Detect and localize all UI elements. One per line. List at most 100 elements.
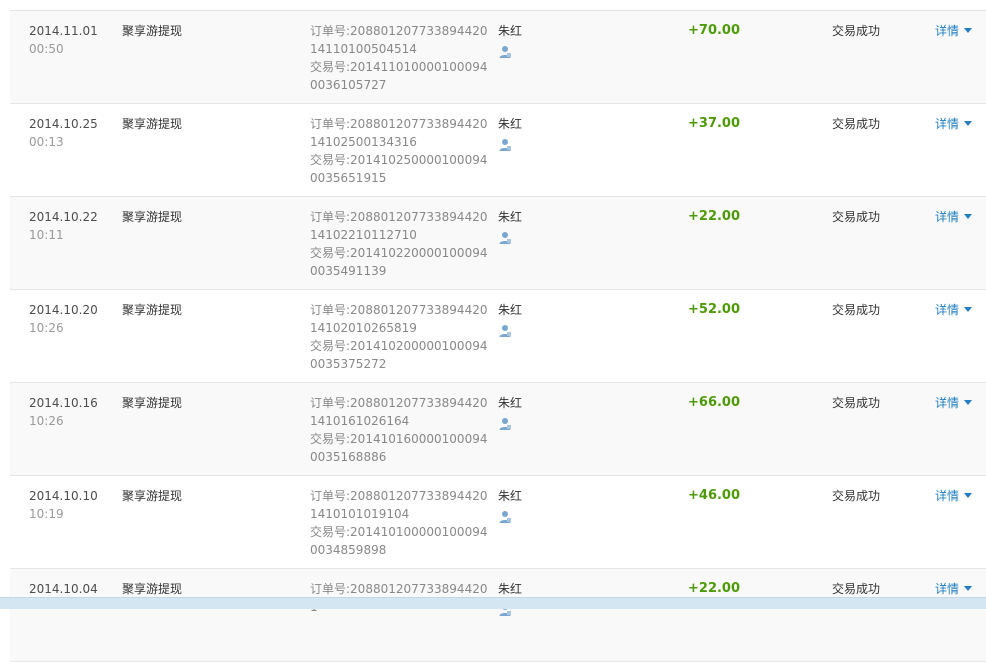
person-icon[interactable]	[498, 231, 512, 245]
person-icon[interactable]	[498, 138, 512, 152]
detail-label: 详情	[935, 396, 960, 410]
transaction-table: 2014.11.01 00:50 聚享游提现 订单号:2088012077338…	[10, 10, 986, 662]
transaction-numbers: 订单号:20880120773389442014102010265819 交易号…	[310, 301, 490, 373]
trade-number: 交易号:2014102500001000940035651915	[310, 153, 488, 185]
table-row: 2014.10.10 10:19 聚享游提现 订单号:2088012077338…	[10, 476, 986, 569]
person-icon[interactable]	[498, 324, 512, 338]
date-cell: 2014.10.25 00:13	[29, 115, 115, 151]
transaction-status: 交易成功	[832, 24, 881, 38]
detail-label: 详情	[935, 117, 960, 131]
transaction-status: 交易成功	[832, 303, 881, 317]
transaction-numbers: 订单号:20880120773389442014110100504514 交易号…	[310, 22, 490, 94]
counterparty-name: 朱红	[498, 303, 523, 317]
transaction-time: 10:26	[29, 321, 64, 335]
detail-label: 详情	[935, 582, 960, 596]
transaction-date: 2014.10.22	[29, 210, 98, 224]
detail-label: 详情	[935, 210, 960, 224]
table-row: 2014.10.20 10:26 聚享游提现 订单号:2088012077338…	[10, 290, 986, 383]
caret-down-icon	[964, 586, 973, 591]
counterparty-name: 朱红	[498, 489, 523, 503]
counterparty-name: 朱红	[498, 396, 523, 410]
transaction-amount: +22.00	[688, 209, 741, 224]
transaction-amount: +37.00	[688, 116, 741, 131]
transaction-amount: +22.00	[688, 581, 741, 596]
detail-toggle[interactable]: 详情	[935, 580, 986, 598]
transaction-name: 聚享游提现	[122, 24, 183, 38]
transaction-name: 聚享游提现	[122, 210, 183, 224]
transaction-amount: +66.00	[688, 395, 741, 410]
transaction-date: 2014.10.20	[29, 303, 98, 317]
transaction-numbers: 订单号:2088012077338944201410161026164 交易号:…	[310, 394, 490, 466]
trade-number: 交易号:2014101000001000940034859898	[310, 525, 488, 557]
detail-toggle[interactable]: 详情	[935, 301, 986, 319]
trade-number: 交易号:2014101600001000940035168886	[310, 432, 488, 464]
transaction-time: 10:19	[29, 507, 64, 521]
transaction-name: 聚享游提现	[122, 582, 183, 596]
transaction-date: 2014.10.10	[29, 489, 98, 503]
detail-label: 详情	[935, 489, 960, 503]
transaction-name: 聚享游提现	[122, 396, 183, 410]
transaction-name: 聚享游提现	[122, 489, 183, 503]
date-cell: 2014.10.04	[29, 580, 115, 598]
detail-toggle[interactable]: 详情	[935, 22, 986, 40]
caret-down-icon	[964, 307, 973, 312]
detail-toggle[interactable]: 详情	[935, 115, 986, 133]
transaction-amount: +46.00	[688, 488, 741, 503]
transaction-time: 00:13	[29, 135, 64, 149]
counterparty-cell: 朱红	[498, 208, 598, 245]
transaction-status: 交易成功	[832, 489, 881, 503]
transaction-status: 交易成功	[832, 210, 881, 224]
transaction-name: 聚享游提现	[122, 117, 183, 131]
person-icon[interactable]	[498, 417, 512, 431]
transaction-date: 2014.10.25	[29, 117, 98, 131]
trade-number: 交易号:2014102000001000940035375272	[310, 339, 488, 371]
trade-number: 交易号:2014110100001000940036105727	[310, 60, 488, 92]
counterparty-name: 朱红	[498, 117, 523, 131]
counterparty-cell: 朱红	[498, 394, 598, 431]
caret-down-icon	[964, 28, 973, 33]
order-number: 订单号:2088012077338944201410161026164	[310, 396, 488, 428]
table-row: 2014.10.25 00:13 聚享游提现 订单号:2088012077338…	[10, 104, 986, 197]
counterparty-name: 朱红	[498, 582, 523, 596]
date-cell: 2014.11.01 00:50	[29, 22, 115, 58]
detail-label: 详情	[935, 24, 960, 38]
transaction-amount: +52.00	[688, 302, 741, 317]
transaction-name: 聚享游提现	[122, 303, 183, 317]
order-number: 订单号:20880120773389442014102500134316	[310, 117, 488, 149]
order-number: 订单号:2088012077338944201410101019104	[310, 489, 488, 521]
date-cell: 2014.10.22 10:11	[29, 208, 115, 244]
caret-down-icon	[964, 493, 973, 498]
person-icon[interactable]	[498, 510, 512, 524]
caret-down-icon	[964, 121, 973, 126]
table-row: 2014.11.01 00:50 聚享游提现 订单号:2088012077338…	[10, 11, 986, 104]
order-number: 订单号:20880120773389442014102010265819	[310, 303, 488, 335]
date-cell: 2014.10.10 10:19	[29, 487, 115, 523]
table-row: 2014.10.16 10:26 聚享游提现 订单号:2088012077338…	[10, 383, 986, 476]
transaction-date: 2014.10.04	[29, 582, 98, 596]
counterparty-cell: 朱红	[498, 115, 598, 152]
date-cell: 2014.10.16 10:26	[29, 394, 115, 430]
transaction-numbers: 订单号:20880120773389442014102500134316 交易号…	[310, 115, 490, 187]
order-number: 订单号:20880120773389442014102210112710	[310, 210, 488, 242]
table-row: 2014.10.22 10:11 聚享游提现 订单号:2088012077338…	[10, 197, 986, 290]
counterparty-cell: 朱红	[498, 301, 598, 338]
counterparty-name: 朱红	[498, 210, 523, 224]
counterparty-name: 朱红	[498, 24, 523, 38]
date-cell: 2014.10.20 10:26	[29, 301, 115, 337]
table-row: 2014.10.04 聚享游提现 订单号:2088012077338944201…	[10, 569, 986, 662]
transaction-date: 2014.11.01	[29, 24, 98, 38]
transaction-numbers: 订单号:2088012077338944201410101019104 交易号:…	[310, 487, 490, 559]
detail-toggle[interactable]: 详情	[935, 394, 986, 412]
trade-number: 交易号:2014102200001000940035491139	[310, 246, 488, 278]
transaction-status: 交易成功	[832, 582, 881, 596]
detail-toggle[interactable]: 详情	[935, 487, 986, 505]
transaction-amount: +70.00	[688, 23, 741, 38]
transaction-time: 00:50	[29, 42, 64, 56]
counterparty-cell: 朱红	[498, 22, 598, 59]
caret-down-icon	[964, 214, 973, 219]
detail-toggle[interactable]: 详情	[935, 208, 986, 226]
order-number: 订单号:20880120773389442014110100504514	[310, 24, 488, 56]
transaction-numbers: 订单号:20880120773389442014102210112710 交易号…	[310, 208, 490, 280]
person-icon[interactable]	[498, 45, 512, 59]
counterparty-cell: 朱红	[498, 487, 598, 524]
